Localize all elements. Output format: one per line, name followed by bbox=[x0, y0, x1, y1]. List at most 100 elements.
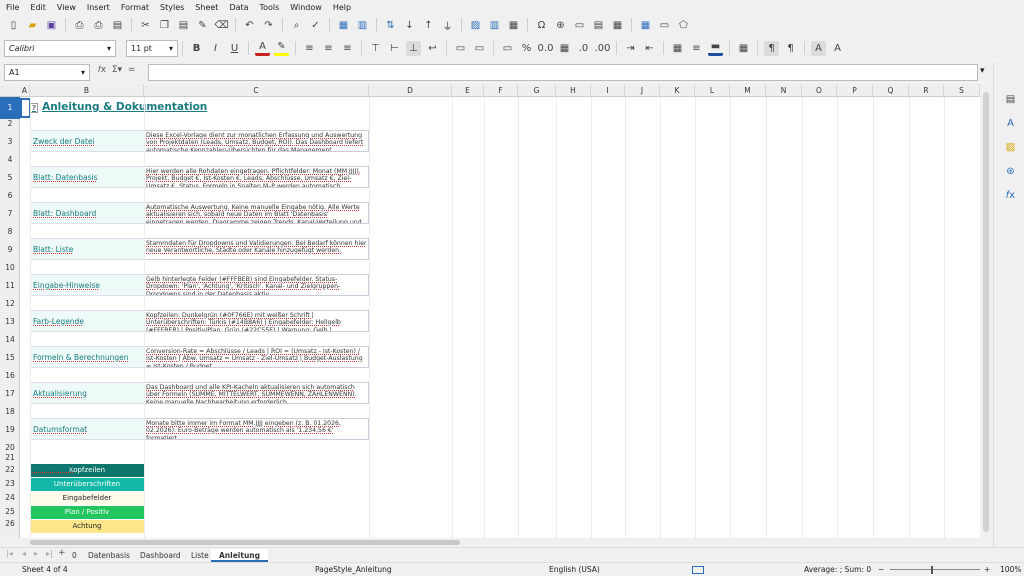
section-text[interactable]: Automatische Auswertung. Keine manuelle … bbox=[144, 202, 369, 224]
comment-icon[interactable]: ▭ bbox=[572, 18, 587, 33]
legend-swatch[interactable]: Eingabefelder bbox=[30, 492, 144, 505]
column-header-o[interactable]: O bbox=[802, 84, 837, 97]
headers-footers-icon[interactable]: ▤ bbox=[591, 18, 606, 33]
section-label[interactable]: Blatt: Dashboard bbox=[30, 202, 144, 224]
merge-cells-icon[interactable]: ▭ bbox=[472, 41, 487, 56]
column-header-p[interactable]: P bbox=[837, 84, 873, 97]
section-label[interactable]: Datumsformat bbox=[30, 418, 144, 440]
right-to-left-icon[interactable]: ¶ bbox=[783, 41, 798, 56]
text-vertical-icon[interactable]: A bbox=[830, 41, 845, 56]
row-header-8[interactable]: 8 bbox=[0, 227, 20, 236]
border-color-icon[interactable]: ▬ bbox=[708, 41, 723, 56]
column-header-d[interactable]: D bbox=[369, 84, 452, 97]
styles-icon[interactable]: A bbox=[1003, 116, 1018, 131]
print-preview-icon[interactable]: ▤ bbox=[110, 18, 125, 33]
row-header-4[interactable]: 4 bbox=[0, 155, 20, 164]
function-wizard-icon[interactable]: 𝑓x bbox=[98, 65, 106, 75]
sort-ascending-icon[interactable]: ↓ bbox=[402, 18, 417, 33]
column-header-j[interactable]: J bbox=[625, 84, 660, 97]
cut-icon[interactable]: ✂ bbox=[138, 18, 153, 33]
properties-icon[interactable]: ▤ bbox=[1003, 92, 1018, 107]
save-icon[interactable]: ▣ bbox=[44, 18, 59, 33]
row-header-2[interactable]: 2 bbox=[0, 119, 20, 128]
scroll-last-sheet-icon[interactable]: ▸| bbox=[46, 549, 53, 558]
section-text[interactable]: Das Dashboard und alle KPI-Kacheln aktua… bbox=[144, 382, 369, 404]
font-name-box[interactable]: Calibri ▾ bbox=[4, 39, 116, 57]
menu-item-styles[interactable]: Styles bbox=[160, 3, 184, 12]
date-format-icon[interactable]: ▦ bbox=[557, 41, 572, 56]
sort-icon[interactable]: ⇅ bbox=[383, 18, 398, 33]
expand-formula-bar-icon[interactable]: ▾ bbox=[980, 66, 985, 76]
conditional-format-icon[interactable]: ▦ bbox=[736, 41, 751, 56]
vertical-scroll-thumb[interactable] bbox=[983, 92, 989, 532]
row-header-17[interactable]: 17 bbox=[0, 380, 20, 407]
menu-item-window[interactable]: Window bbox=[290, 3, 322, 12]
scroll-first-sheet-icon[interactable]: |◂ bbox=[6, 549, 13, 558]
section-label[interactable]: Formeln & Berechnungen bbox=[30, 346, 144, 368]
align-top-icon[interactable]: ⊤ bbox=[368, 41, 383, 56]
section-text[interactable]: Monate bitte immer im Format MM.JJJJ ein… bbox=[144, 418, 369, 440]
row-header-13[interactable]: 13 bbox=[0, 308, 20, 335]
text-horizontal-icon[interactable]: A bbox=[811, 40, 826, 56]
image-icon[interactable]: ▨ bbox=[468, 18, 483, 33]
hyperlink-icon[interactable]: ⊕ bbox=[553, 18, 568, 33]
column-header-r[interactable]: R bbox=[909, 84, 944, 97]
export-pdf-icon[interactable]: ⎙ bbox=[72, 18, 87, 33]
functions-icon[interactable]: 𝑓x bbox=[1003, 188, 1018, 203]
sheet-tab-dashboard[interactable]: Dashboard bbox=[132, 549, 189, 562]
italic-icon[interactable]: I bbox=[208, 41, 223, 56]
row-header-3[interactable]: 3 bbox=[0, 128, 20, 155]
autofilter-icon[interactable]: ⏚ bbox=[440, 18, 455, 33]
legend-swatch[interactable]: Unterüberschriften bbox=[30, 478, 144, 491]
row-header-23[interactable]: 23 bbox=[0, 477, 20, 491]
section-text[interactable]: Diese Excel-Vorlage dient zur monatliche… bbox=[144, 130, 369, 152]
row-header-15[interactable]: 15 bbox=[0, 344, 20, 371]
section-label[interactable]: Farb-Legende bbox=[30, 310, 144, 332]
define-print-area-icon[interactable]: ▦ bbox=[610, 18, 625, 33]
column-header-k[interactable]: K bbox=[660, 84, 695, 97]
align-center-icon[interactable]: ≡ bbox=[321, 41, 336, 56]
align-bottom-icon[interactable]: ⊥ bbox=[406, 40, 421, 56]
paste-icon[interactable]: ▤ bbox=[176, 18, 191, 33]
row-header-9[interactable]: 9 bbox=[0, 236, 20, 263]
formula-input[interactable] bbox=[148, 64, 978, 81]
column-header-h[interactable]: H bbox=[556, 84, 591, 97]
column-header-s[interactable]: S bbox=[944, 84, 980, 97]
align-left-icon[interactable]: ≡ bbox=[302, 41, 317, 56]
column-header-n[interactable]: N bbox=[766, 84, 802, 97]
column-header-q[interactable]: Q bbox=[873, 84, 909, 97]
row-header-26[interactable]: 26 bbox=[0, 519, 20, 529]
clone-format-icon[interactable]: ✎ bbox=[195, 18, 210, 33]
column-header-m[interactable]: M bbox=[730, 84, 766, 97]
gallery-icon[interactable]: ▨ bbox=[1003, 140, 1018, 155]
menu-item-tools[interactable]: Tools bbox=[260, 3, 280, 12]
column-header-f[interactable]: F bbox=[484, 84, 518, 97]
row-header-10[interactable]: 10 bbox=[0, 263, 20, 272]
row-header-16[interactable]: 16 bbox=[0, 371, 20, 380]
percent-format-icon[interactable]: % bbox=[519, 41, 534, 56]
menu-item-insert[interactable]: Insert bbox=[87, 3, 110, 12]
navigator-icon[interactable]: ⊛ bbox=[1003, 164, 1018, 179]
undo-icon[interactable]: ↶ bbox=[242, 18, 257, 33]
spellcheck-icon[interactable]: ✓ bbox=[308, 18, 323, 33]
row-header-7[interactable]: 7 bbox=[0, 200, 20, 227]
spreadsheet-grid[interactable]: ABCDEFGHIJKLMNOPQRS 1 2 3 4 5 6 7 8 9 10 11 12 13 14 1… bbox=[0, 84, 980, 538]
currency-format-icon[interactable]: ▭ bbox=[500, 41, 515, 56]
horizontal-scroll-thumb[interactable] bbox=[30, 540, 460, 545]
menu-item-file[interactable]: File bbox=[6, 3, 19, 12]
row-header-5[interactable]: 5 bbox=[0, 164, 20, 191]
zoom-slider-thumb[interactable] bbox=[931, 566, 933, 574]
delete-decimal-icon[interactable]: .00 bbox=[595, 41, 611, 56]
row-header-22[interactable]: 22 bbox=[0, 463, 20, 477]
column-header-b[interactable]: B bbox=[30, 84, 144, 97]
name-box[interactable]: A1 ▾ bbox=[4, 64, 90, 81]
row-header-19[interactable]: 19 bbox=[0, 416, 20, 443]
row-header-18[interactable]: 18 bbox=[0, 407, 20, 416]
sum-icon[interactable]: Σ▾ bbox=[112, 65, 122, 75]
underline-icon[interactable]: U bbox=[227, 41, 242, 56]
font-size-box[interactable]: 11 pt ▾ bbox=[126, 39, 178, 57]
wrap-text-icon[interactable]: ↩ bbox=[425, 41, 440, 56]
section-label[interactable]: Blatt: Datenbasis bbox=[30, 166, 144, 188]
menu-item-view[interactable]: View bbox=[57, 3, 76, 12]
new-document-icon[interactable]: ▯ bbox=[6, 18, 21, 33]
